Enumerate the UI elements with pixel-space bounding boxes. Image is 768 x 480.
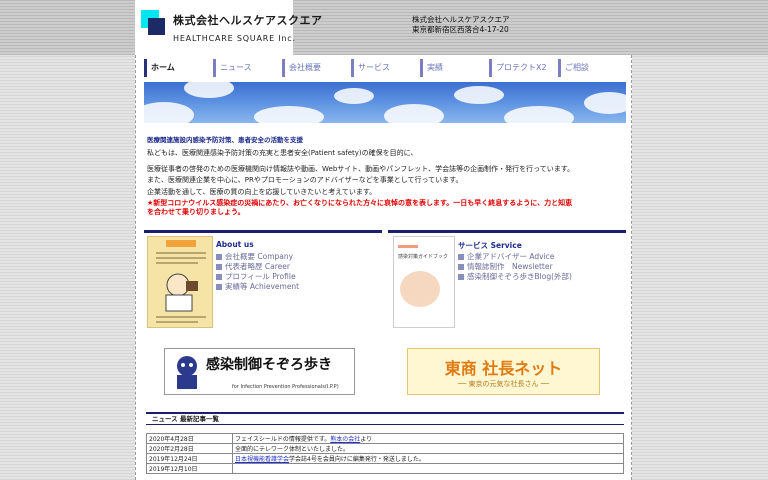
nav-company[interactable]: 会社概要: [282, 59, 348, 77]
about-link-achievement[interactable]: 実績等 Achievement: [216, 281, 299, 292]
cloud: [384, 104, 444, 123]
banner-right-subtitle: ── 東京の元気な社長さん ──: [457, 380, 550, 388]
company-logo[interactable]: 株式会社ヘルスケアスクエア HEALTHCARE SQUARE Inc.: [135, 0, 322, 55]
banner-left-subtitle: for Infection Prevention Professionals(I…: [232, 384, 339, 390]
news-text: 全面的にテレワーク体制といたしました。: [232, 443, 624, 454]
header-band: [0, 0, 768, 55]
news-link[interactable]: 熊本の会社: [330, 436, 360, 443]
notice-line: ★新型コロナウイルス感染症の災禍にあたり、お亡くなりになられた方々に哀悼の意を表…: [147, 199, 573, 207]
news-text: [232, 463, 624, 474]
cloud: [254, 106, 324, 123]
nav-protect-x2[interactable]: プロテクトX2: [489, 59, 555, 77]
news-link[interactable]: 日本視機能看護学会: [235, 456, 289, 463]
logo-navy-square: [148, 18, 165, 35]
nav-home[interactable]: ホーム: [144, 59, 210, 77]
bullet-icon: [458, 264, 464, 270]
logo-text-jp: 株式会社ヘルスケアスクエア: [173, 14, 323, 27]
cloud: [144, 102, 194, 123]
cloud: [334, 88, 374, 104]
company-info: 株式会社ヘルスケアスクエア 東京都新宿区西落合4-17-20: [412, 15, 510, 35]
service-link-blog[interactable]: 感染制御そぞろ歩きBlog(外部): [458, 271, 572, 282]
news-date: 2019年12月24日: [146, 453, 233, 464]
bullet-icon: [216, 254, 222, 260]
banner-right-title: 東商 社長ネット: [444, 359, 563, 378]
intro-line: 企業活動を通して、医療の質の向上を応援していきたいと考えています。: [147, 188, 377, 196]
banner-left-title: 感染制御そぞろ歩き: [206, 357, 332, 373]
nav-achievements[interactable]: 実績: [420, 59, 486, 77]
bullet-icon: [216, 274, 222, 280]
newsletter-cover-thumbnail[interactable]: [147, 236, 213, 328]
bullet-icon: [458, 274, 464, 280]
cloud: [454, 86, 504, 104]
news-date: 2019年12月10日: [146, 463, 233, 474]
main-content: ホーム ニュース 会社概要 サービス 実績 プロテクトX2 ご相談 医療関連施設…: [135, 55, 632, 480]
bullet-icon: [458, 254, 464, 260]
guidebook-title: 感染対策ガイドブック: [398, 254, 449, 260]
company-name: 株式会社ヘルスケアスクエア: [412, 15, 510, 24]
intro-line: また、医療関連企業を中心に、PRやプロモーションのアドバイザーなどを事業として行…: [147, 176, 463, 184]
infection-control-blog-banner[interactable]: 感染制御そぞろ歩き for Infection Prevention Profe…: [164, 348, 355, 395]
tosho-president-net-banner[interactable]: 東商 社長ネット ── 東京の元気な社長さん ──: [407, 348, 600, 395]
table-row: 2019年12月10日: [146, 463, 624, 474]
news-date: 2020年2月28日: [146, 443, 233, 454]
news-text: フェイスシールドの情報提供です。熊本の会社より: [232, 433, 624, 444]
cover-accent: [398, 245, 418, 248]
main-nav: ホーム ニュース 会社概要 サービス 実績 プロテクトX2 ご相談: [144, 59, 626, 77]
table-row: 2019年12月24日 日本視機能看護学会学会誌4号を会員向けに編集発行・発送し…: [146, 453, 624, 464]
notice-line: を合わせて乗り切りましょう。: [147, 208, 245, 216]
guidebook-cover-thumbnail[interactable]: 感染対策ガイドブック: [393, 236, 455, 328]
news-text: 日本視機能看護学会学会誌4号を会員向けに編集発行・発送しました。: [232, 453, 624, 464]
intro-line: 医療従事者の啓発のための医療機関向け情報誌や動画、Webサイト、動画やパンフレッ…: [147, 165, 575, 173]
cover-illustration: [400, 271, 440, 307]
cloud: [504, 106, 574, 123]
nav-news[interactable]: ニュース: [213, 59, 279, 77]
bullet-icon: [216, 264, 222, 270]
nav-consultation[interactable]: ご相談: [558, 59, 624, 77]
table-row: 2020年4月28日 フェイスシールドの情報提供です。熊本の会社より: [146, 433, 624, 444]
intro-heading: 医療関連施設内感染予防対策、患者安全の活動を支援: [147, 136, 303, 144]
logo-text-en: HEALTHCARE SQUARE Inc.: [173, 34, 296, 43]
bullet-icon: [216, 284, 222, 290]
cloud: [584, 92, 626, 114]
cloud: [184, 82, 234, 98]
news-date: 2020年4月28日: [146, 433, 233, 444]
hero-sky-image: [144, 82, 626, 123]
service-title: サービス Service: [458, 241, 522, 250]
section-rule: [144, 230, 382, 233]
section-rule: [388, 230, 626, 233]
company-address: 東京都新宿区西落合4-17-20: [412, 25, 509, 34]
about-title: About us: [216, 240, 254, 249]
mascot-icon: [177, 356, 197, 389]
nav-service[interactable]: サービス: [351, 59, 417, 77]
cartoon-doctor-illustration: [156, 240, 206, 323]
news-section-header: ニュース 最新記事一覧: [146, 412, 624, 425]
news-table: 2020年4月28日 フェイスシールドの情報提供です。熊本の会社より 2020年…: [146, 433, 624, 474]
intro-line: 私どもは、医療関連感染予防対策の充実と患者安全(Patient safety)の…: [147, 149, 418, 157]
table-row: 2020年2月28日 全面的にテレワーク体制といたしました。: [146, 443, 624, 454]
